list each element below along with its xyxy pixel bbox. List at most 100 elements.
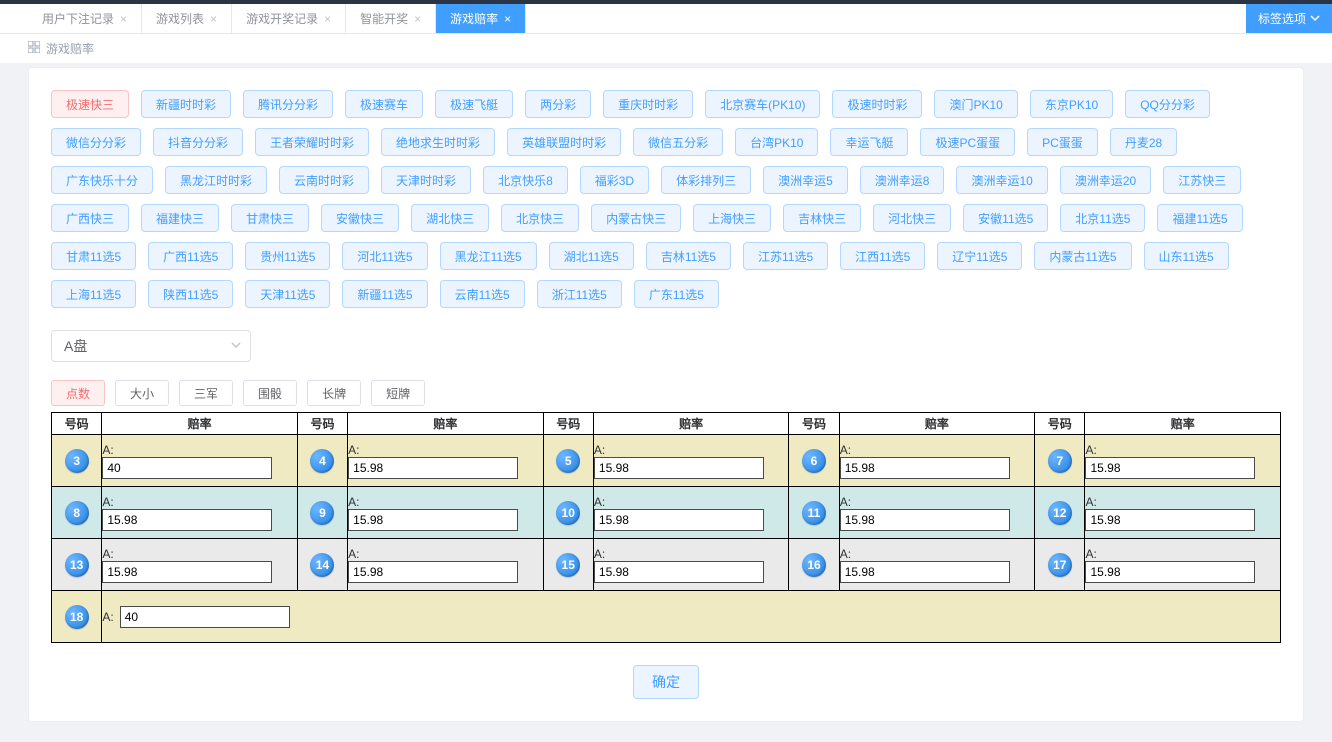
- game-type-pill[interactable]: 浙江11选5: [537, 280, 622, 308]
- game-type-pill[interactable]: 广东快乐十分: [51, 166, 153, 194]
- game-type-pill[interactable]: 绝地求生时时彩: [381, 128, 495, 156]
- game-type-pill[interactable]: 湖北11选5: [549, 242, 634, 270]
- game-type-pill[interactable]: 吉林快三: [783, 204, 861, 232]
- odds-input[interactable]: [840, 561, 1010, 583]
- odds-input[interactable]: [348, 509, 518, 531]
- game-type-pill[interactable]: 陕西11选5: [148, 280, 233, 308]
- game-type-pill[interactable]: 黑龙江时时彩: [165, 166, 267, 194]
- game-type-pill[interactable]: 广西11选5: [148, 242, 233, 270]
- sub-tab-4[interactable]: 长牌: [307, 380, 361, 406]
- game-type-pill[interactable]: 微信分分彩: [51, 128, 141, 156]
- game-type-pill[interactable]: 湖北快三: [411, 204, 489, 232]
- pan-select-input[interactable]: [51, 330, 251, 362]
- game-type-pill[interactable]: 天津11选5: [245, 280, 330, 308]
- game-type-pill[interactable]: QQ分分彩: [1125, 90, 1210, 118]
- game-type-pill[interactable]: 辽宁11选5: [937, 242, 1022, 270]
- tab-3[interactable]: 智能开奖×: [346, 4, 436, 33]
- tab-4[interactable]: 游戏赔率×: [436, 4, 526, 33]
- game-type-pill[interactable]: 上海11选5: [51, 280, 136, 308]
- sub-tab-3[interactable]: 围骰: [243, 380, 297, 406]
- odds-input[interactable]: [1085, 457, 1255, 479]
- game-type-pill[interactable]: 丹麦28: [1110, 128, 1177, 156]
- game-type-pill[interactable]: 腾讯分分彩: [243, 90, 333, 118]
- game-type-pill[interactable]: 江苏快三: [1163, 166, 1241, 194]
- odds-input[interactable]: [348, 457, 518, 479]
- game-type-pill[interactable]: 新疆11选5: [342, 280, 427, 308]
- game-type-pill[interactable]: 安徽快三: [321, 204, 399, 232]
- game-type-pill[interactable]: 重庆时时彩: [603, 90, 693, 118]
- game-type-pill[interactable]: 河北快三: [873, 204, 951, 232]
- game-type-pill[interactable]: 新疆时时彩: [141, 90, 231, 118]
- game-type-pill[interactable]: 北京11选5: [1060, 204, 1145, 232]
- game-type-pill[interactable]: 极速PC蛋蛋: [920, 128, 1015, 156]
- tab-0[interactable]: 用户下注记录×: [28, 4, 142, 33]
- tag-options-button[interactable]: 标签选项: [1246, 4, 1332, 33]
- close-icon[interactable]: ×: [324, 12, 331, 26]
- odds-input[interactable]: [1085, 509, 1255, 531]
- sub-tab-1[interactable]: 大小: [115, 380, 169, 406]
- game-type-pill[interactable]: 云南11选5: [440, 280, 525, 308]
- close-icon[interactable]: ×: [210, 12, 217, 26]
- close-icon[interactable]: ×: [120, 12, 127, 26]
- game-type-pill[interactable]: PC蛋蛋: [1027, 128, 1098, 156]
- game-type-pill[interactable]: 黑龙江11选5: [440, 242, 537, 270]
- odds-input[interactable]: [594, 509, 764, 531]
- tab-1[interactable]: 游戏列表×: [142, 4, 232, 33]
- game-type-pill[interactable]: 安徽11选5: [963, 204, 1048, 232]
- odds-input[interactable]: [840, 457, 1010, 479]
- game-type-pill[interactable]: 天津时时彩: [381, 166, 471, 194]
- game-type-pill[interactable]: 极速时时彩: [832, 90, 922, 118]
- game-type-pill[interactable]: 内蒙古11选5: [1034, 242, 1131, 270]
- game-type-pill[interactable]: 甘肃11选5: [51, 242, 136, 270]
- game-type-pill[interactable]: 山东11选5: [1144, 242, 1229, 270]
- game-type-pill[interactable]: 澳洲幸运8: [860, 166, 945, 194]
- game-type-pill[interactable]: 上海快三: [693, 204, 771, 232]
- game-type-pill[interactable]: 微信五分彩: [633, 128, 723, 156]
- game-type-pill[interactable]: 澳洲幸运5: [763, 166, 848, 194]
- game-type-pill[interactable]: 吉林11选5: [646, 242, 731, 270]
- close-icon[interactable]: ×: [504, 12, 511, 26]
- game-type-pill[interactable]: 澳洲幸运10: [956, 166, 1047, 194]
- game-type-pill[interactable]: 极速赛车: [345, 90, 423, 118]
- game-type-pill[interactable]: 贵州11选5: [245, 242, 330, 270]
- game-type-pill[interactable]: 甘肃快三: [231, 204, 309, 232]
- game-type-pill[interactable]: 台湾PK10: [735, 128, 818, 156]
- sub-tab-2[interactable]: 三军: [179, 380, 233, 406]
- game-type-pill[interactable]: 抖音分分彩: [153, 128, 243, 156]
- game-type-pill[interactable]: 广东11选5: [634, 280, 719, 308]
- game-type-pill[interactable]: 广西快三: [51, 204, 129, 232]
- game-type-pill[interactable]: 极速飞艇: [435, 90, 513, 118]
- game-type-pill[interactable]: 北京快三: [501, 204, 579, 232]
- odds-input[interactable]: [594, 561, 764, 583]
- close-icon[interactable]: ×: [414, 12, 421, 26]
- odds-input[interactable]: [348, 561, 518, 583]
- odds-input[interactable]: [102, 509, 272, 531]
- game-type-pill[interactable]: 体彩排列三: [661, 166, 751, 194]
- odds-input[interactable]: [840, 509, 1010, 531]
- game-type-pill[interactable]: 王者荣耀时时彩: [255, 128, 369, 156]
- odds-input[interactable]: [1085, 561, 1255, 583]
- game-type-pill[interactable]: 江苏11选5: [743, 242, 828, 270]
- game-type-pill[interactable]: 澳门PK10: [934, 90, 1017, 118]
- game-type-pill[interactable]: 福建快三: [141, 204, 219, 232]
- game-type-pill[interactable]: 极速快三: [51, 90, 129, 118]
- sub-tab-5[interactable]: 短牌: [371, 380, 425, 406]
- game-type-pill[interactable]: 东京PK10: [1030, 90, 1113, 118]
- game-type-pill[interactable]: 云南时时彩: [279, 166, 369, 194]
- tab-2[interactable]: 游戏开奖记录×: [232, 4, 346, 33]
- game-type-pill[interactable]: 河北11选5: [342, 242, 427, 270]
- game-type-pill[interactable]: 两分彩: [525, 90, 591, 118]
- confirm-button[interactable]: 确定: [633, 665, 699, 699]
- odds-input[interactable]: [120, 606, 290, 628]
- game-type-pill[interactable]: 福彩3D: [580, 166, 649, 194]
- odds-input[interactable]: [102, 561, 272, 583]
- game-type-pill[interactable]: 江西11选5: [840, 242, 925, 270]
- sub-tab-0[interactable]: 点数: [51, 380, 105, 406]
- game-type-pill[interactable]: 幸运飞艇: [830, 128, 908, 156]
- game-type-pill[interactable]: 北京赛车(PK10): [705, 90, 820, 118]
- game-type-pill[interactable]: 北京快乐8: [483, 166, 568, 194]
- game-type-pill[interactable]: 英雄联盟时时彩: [507, 128, 621, 156]
- game-type-pill[interactable]: 内蒙古快三: [591, 204, 681, 232]
- odds-input[interactable]: [102, 457, 272, 479]
- game-type-pill[interactable]: 澳洲幸运20: [1060, 166, 1151, 194]
